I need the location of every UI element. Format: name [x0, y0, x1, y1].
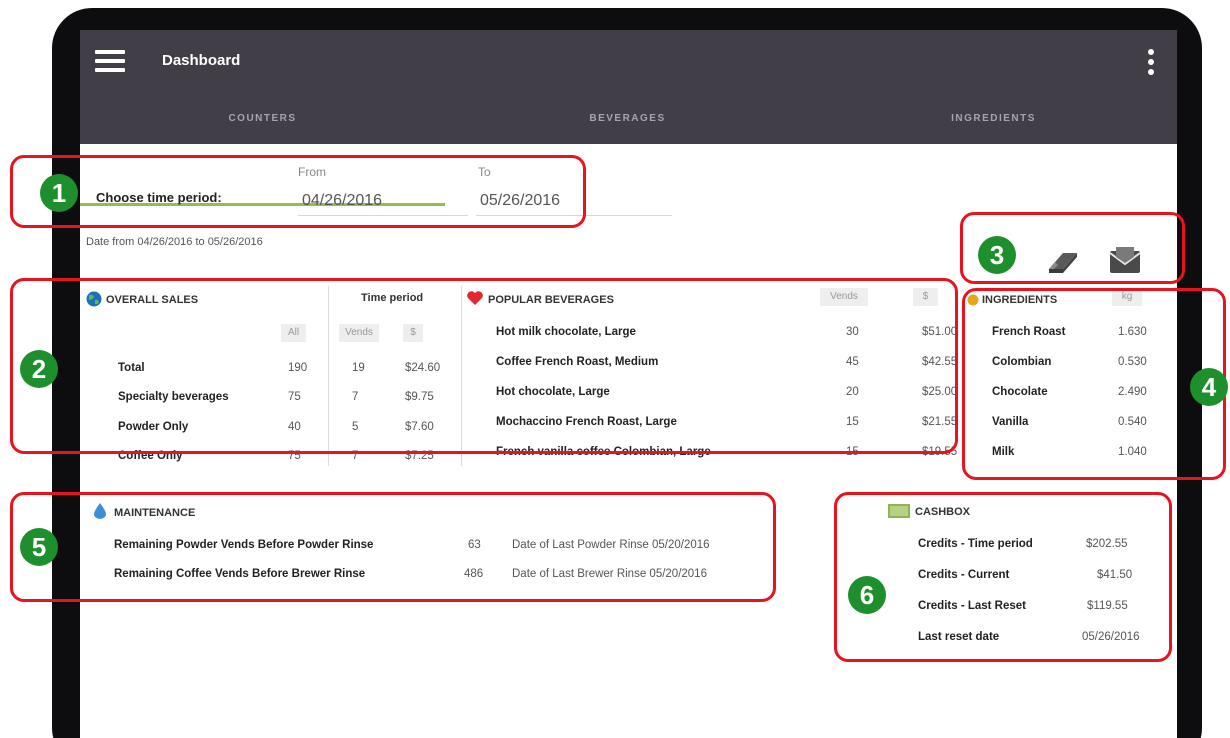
- callout-badge-2: 2: [20, 350, 58, 388]
- callout-box-sales: [10, 278, 958, 454]
- callout-box-period: [10, 155, 586, 228]
- app-bar: Dashboard: [80, 30, 1177, 92]
- callout-badge-6: 6: [848, 576, 886, 614]
- callout-badge-4: 4: [1190, 368, 1228, 406]
- date-range-text: Date from 04/26/2016 to 05/26/2016: [86, 236, 263, 248]
- callout-badge-1: 1: [40, 174, 78, 212]
- tab-beverages[interactable]: BEVERAGES: [445, 92, 810, 144]
- callout-box-ingredients: [962, 288, 1226, 480]
- tab-ingredients[interactable]: INGREDIENTS: [810, 92, 1177, 144]
- callout-box-maintenance: [10, 492, 776, 602]
- menu-icon[interactable]: [95, 50, 125, 72]
- callout-badge-3: 3: [978, 236, 1016, 274]
- callout-badge-5: 5: [20, 528, 58, 566]
- more-options-icon[interactable]: [1148, 49, 1154, 75]
- callout-box-cashbox: [834, 492, 1172, 662]
- app-title: Dashboard: [162, 52, 241, 69]
- tab-bar: COUNTERS BEVERAGES INGREDIENTS: [80, 92, 1177, 206]
- tab-counters[interactable]: COUNTERS: [80, 92, 445, 144]
